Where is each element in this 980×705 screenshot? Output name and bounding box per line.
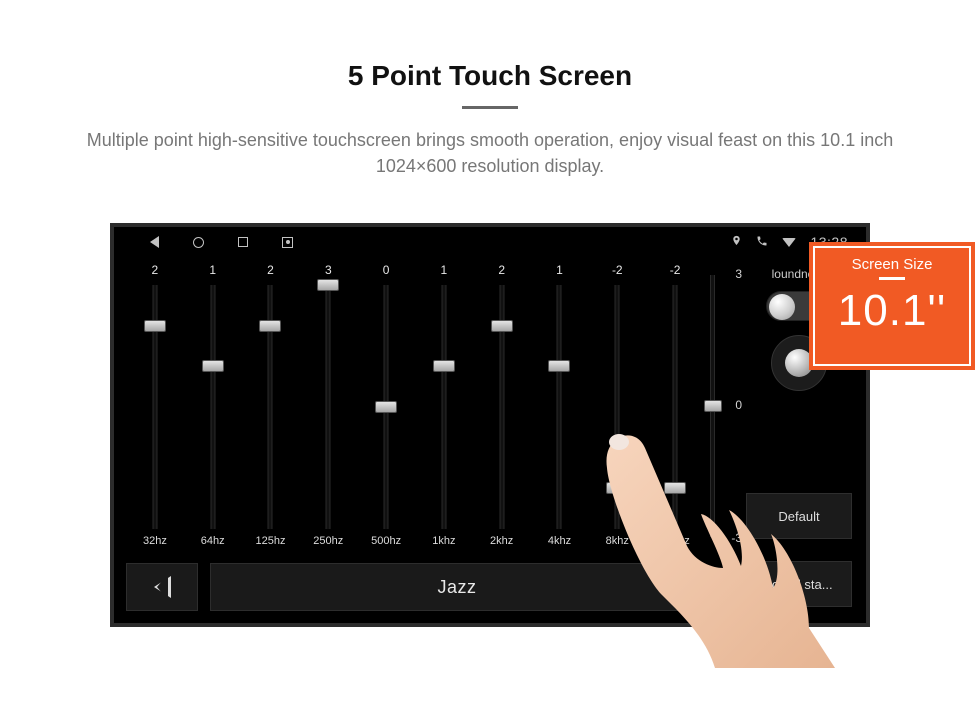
page-subtitle: Multiple point high-sensitive touchscree… xyxy=(0,127,980,201)
eq-freq-label: 250hz xyxy=(313,535,343,549)
back-arrow-icon xyxy=(154,576,171,598)
eq-value-label: 0 xyxy=(383,263,390,279)
eq-band-32hz[interactable]: 2 32hz xyxy=(126,263,184,549)
eq-freq-label: 500hz xyxy=(371,535,401,549)
title-underline xyxy=(462,106,518,109)
eq-band-64hz[interactable]: 1 64hz xyxy=(184,263,242,549)
eq-band-2khz[interactable]: 2 2khz xyxy=(473,263,531,549)
eq-band-500hz[interactable]: 0 500hz xyxy=(357,263,415,549)
eq-band-1khz[interactable]: 1 1khz xyxy=(415,263,473,549)
eq-freq-label: 2khz xyxy=(490,535,513,549)
eq-band-8khz[interactable]: -2 8khz xyxy=(588,263,646,549)
equalizer: 2 32hz 1 64hz 2 125hz 3 250hz 0 500hz 1 1khz 2 2khz 1 4… xyxy=(126,263,704,549)
eq-value-label: 1 xyxy=(209,263,216,279)
slider-thumb[interactable] xyxy=(317,279,339,291)
bottom-bar: Jazz xyxy=(126,561,704,613)
phone-icon xyxy=(756,235,768,250)
nav-home-icon[interactable] xyxy=(193,237,204,248)
eq-freq-label: 8khz xyxy=(606,535,629,549)
callout-underline xyxy=(879,277,905,280)
slider-thumb[interactable] xyxy=(259,320,281,332)
slider-thumb[interactable] xyxy=(375,401,397,413)
page-title: 5 Point Touch Screen xyxy=(0,0,980,92)
screen-size-callout: Screen Size 10.1'' xyxy=(813,246,971,366)
default-button[interactable]: Default xyxy=(746,493,852,539)
slider-thumb[interactable] xyxy=(606,482,628,494)
eq-value-label: 2 xyxy=(267,263,274,279)
eq-freq-label: 125hz xyxy=(256,535,286,549)
eq-value-label: 1 xyxy=(441,263,448,279)
preset-name-button[interactable]: Jazz xyxy=(210,563,704,611)
location-icon xyxy=(731,234,742,250)
slider-thumb[interactable] xyxy=(548,360,570,372)
eq-freq-label: 64hz xyxy=(201,535,225,549)
nav-recent-icon[interactable] xyxy=(238,237,248,247)
eq-freq-label: 16khz xyxy=(660,535,689,549)
toggle-knob xyxy=(769,294,795,320)
eq-value-label: 3 xyxy=(325,263,332,279)
nav-back-icon[interactable] xyxy=(150,236,159,248)
eq-band-250hz[interactable]: 3 250hz xyxy=(299,263,357,549)
knob-indicator xyxy=(785,349,813,377)
eq-band-4khz[interactable]: 1 4khz xyxy=(531,263,589,549)
eq-value-label: 2 xyxy=(498,263,505,279)
slider-thumb[interactable] xyxy=(491,320,513,332)
master-slider[interactable]: 3 0 -3 xyxy=(704,269,728,543)
back-button[interactable] xyxy=(126,563,198,611)
eq-value-label: -2 xyxy=(670,263,681,279)
slider-thumb[interactable] xyxy=(433,360,455,372)
eq-band-16khz[interactable]: -2 16khz xyxy=(646,263,704,549)
slider-thumb[interactable] xyxy=(144,320,166,332)
eq-freq-label: 32hz xyxy=(143,535,167,549)
eq-value-label: 2 xyxy=(152,263,159,279)
screenshot-icon[interactable] xyxy=(282,237,293,248)
eq-value-label: -2 xyxy=(612,263,623,279)
statusbar: 13:28 xyxy=(114,227,866,257)
slider-thumb[interactable] xyxy=(664,482,686,494)
sound-stage-button[interactable]: sound sta... xyxy=(746,561,852,607)
eq-band-125hz[interactable]: 2 125hz xyxy=(242,263,300,549)
callout-label: Screen Size xyxy=(852,256,933,273)
eq-freq-label: 4khz xyxy=(548,535,571,549)
device-frame: 13:28 232hz164hz2125hz3250hz0500hz11khz2… xyxy=(110,223,870,627)
callout-value: 10.1'' xyxy=(838,286,946,336)
eq-value-label: 1 xyxy=(556,263,563,279)
wifi-icon xyxy=(782,238,796,247)
slider-thumb[interactable] xyxy=(202,360,224,372)
eq-freq-label: 1khz xyxy=(432,535,455,549)
